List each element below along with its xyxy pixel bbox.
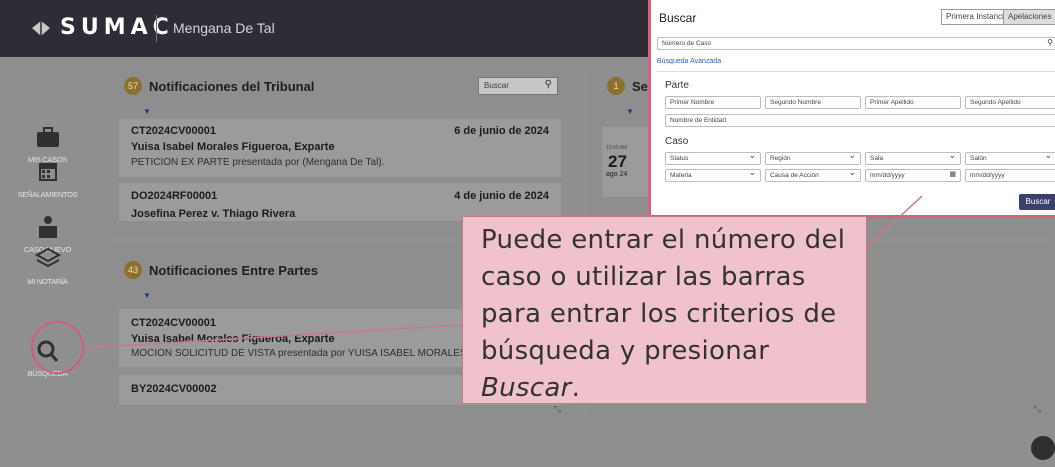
callout-emphasis: Buscar: [481, 373, 572, 403]
tutorial-callout: Puede entrar el número del caso o utiliz…: [462, 216, 867, 404]
callout-text: Puede entrar el número del caso o utiliz…: [481, 225, 846, 403]
